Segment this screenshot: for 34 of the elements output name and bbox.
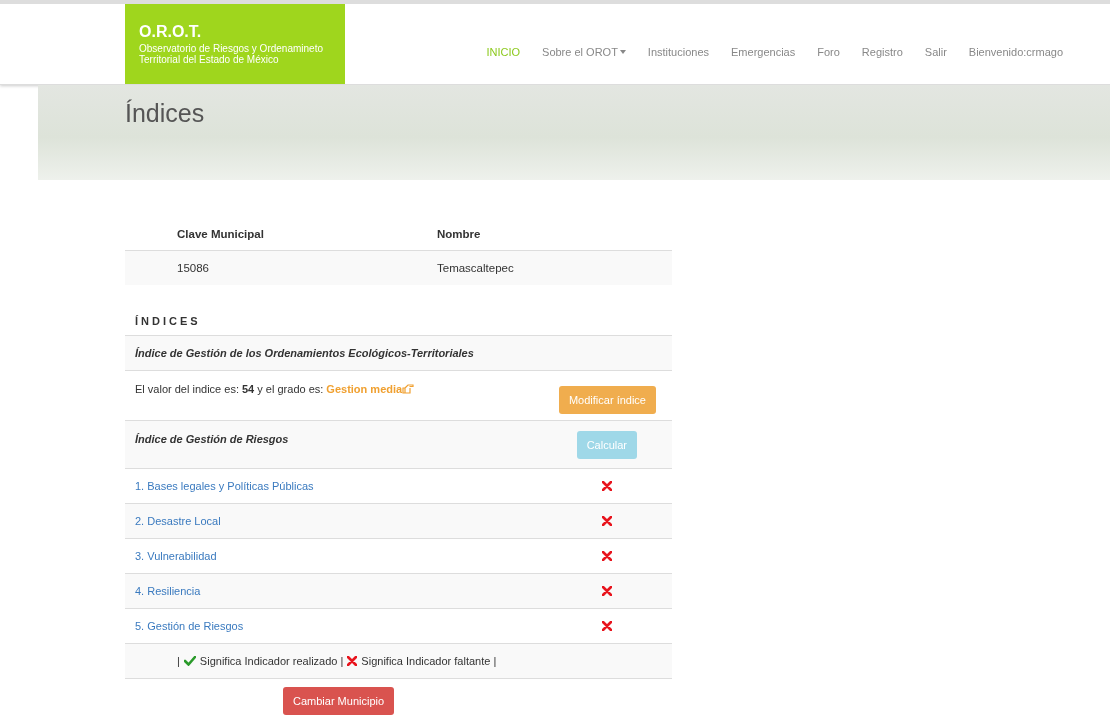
- nav-link[interactable]: Foro: [808, 40, 849, 64]
- legend-text: Significa Indicador realizado |: [199, 655, 344, 667]
- column-header: Nombre: [437, 228, 482, 240]
- nav-link[interactable]: Salir: [915, 40, 956, 64]
- change-municipality-button[interactable]: Cambiar Municipio: [283, 687, 395, 715]
- table-cell-text: 15086: [177, 262, 210, 274]
- nav-link[interactable]: Instituciones: [638, 40, 718, 64]
- index-title: Índice de Gestión de los Ordenamientos Ecológicos-Territoriales: [135, 347, 474, 359]
- legend-text: |: [177, 655, 180, 667]
- legend-text: Significa Indicador faltante |: [361, 655, 497, 667]
- column-header: Clave Municipal: [177, 228, 265, 240]
- check-icon: [183, 656, 196, 666]
- index-title: Índice de Gestión de Riesgos: [135, 432, 289, 445]
- indicator-link[interactable]: 5. Gestión de Riesgos: [135, 620, 244, 632]
- indicator-link[interactable]: 2. Desastre Local: [135, 515, 221, 527]
- indicator-link[interactable]: 3. Vulnerabilidad: [135, 550, 217, 562]
- cross-icon: [347, 656, 358, 666]
- table-cell-text: Temascaltepec: [437, 262, 515, 274]
- nav-link[interactable]: Sobre el OROT: [533, 40, 635, 64]
- grade-label: Gestion media: [326, 383, 403, 395]
- page-title: Índices: [125, 99, 205, 128]
- nav-link[interactable]: Registro: [852, 40, 912, 64]
- modify-index-button[interactable]: Modificar índice: [558, 385, 656, 414]
- nav-link[interactable]: INICIO: [477, 40, 530, 64]
- caret-icon: [619, 50, 626, 54]
- indicator-link[interactable]: 1. Bases legales y Políticas Públicas: [135, 480, 314, 492]
- site-title: O.R.O.T.: [139, 22, 203, 41]
- index-value-text: El valor del indice es: 54 y el grado es:: [135, 383, 324, 395]
- pointing-hand-icon: [402, 384, 415, 394]
- indicator-link[interactable]: 4. Resiliencia: [135, 585, 201, 597]
- site-subtitle: Observatorio de Riesgos y Ordenamineto Territorial del Estado de México: [139, 42, 324, 66]
- nav-link[interactable]: Bienvenido:crmago: [959, 40, 1072, 64]
- nav-link[interactable]: Emergencias: [722, 40, 805, 64]
- section-heading: ÍNDICES: [134, 314, 202, 329]
